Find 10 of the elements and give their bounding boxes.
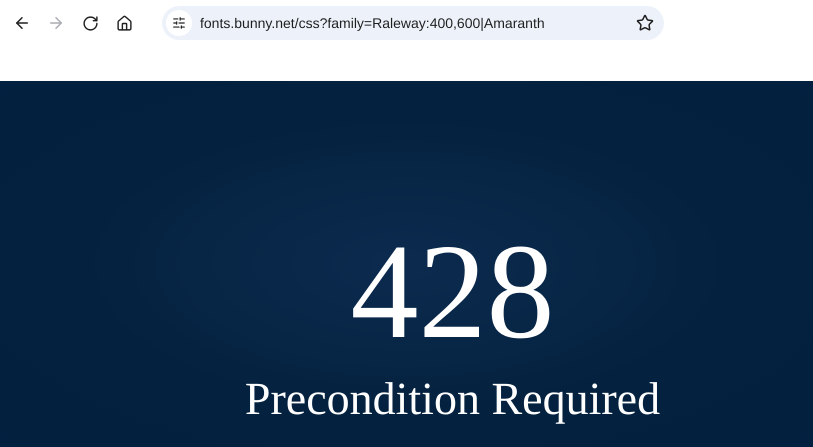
address-bar[interactable]: fonts.bunny.net/css?family=Raleway:400,600|Amaranth [162, 6, 664, 40]
error-code: 428 [350, 224, 554, 360]
home-icon [116, 14, 132, 32]
url-text: fonts.bunny.net/css?family=Raleway:400,600|Amaranth [200, 15, 546, 31]
site-settings-button[interactable] [166, 10, 192, 36]
arrow-right-icon [47, 14, 65, 32]
sliders-icon [172, 16, 186, 30]
error-message: Precondition Required [244, 376, 660, 422]
bookmark-star-icon[interactable] [636, 14, 654, 32]
reload-icon [82, 14, 98, 32]
